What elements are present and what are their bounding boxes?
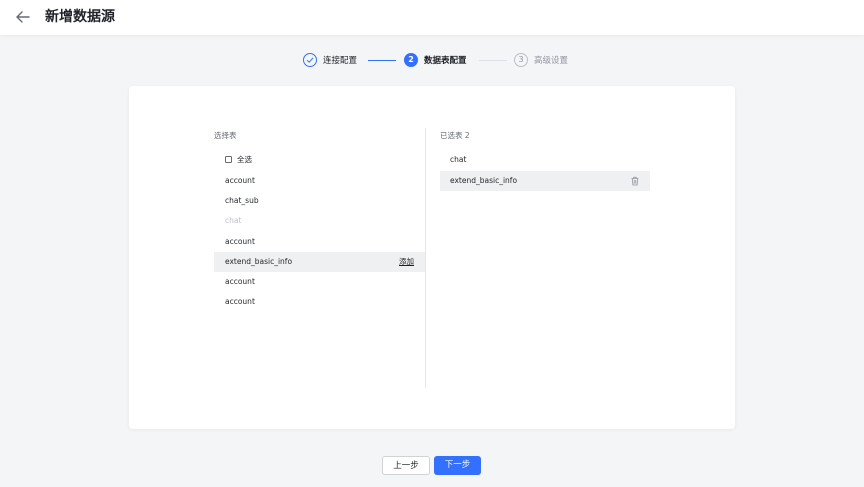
select-all-checkbox[interactable] [225,155,232,163]
step-connector [368,60,396,61]
page-title: 新增数据源 [45,9,115,25]
next-step-button[interactable]: 下一步 [434,456,481,475]
stepper: 连接配置 2 数据表配置 3 高级设置 [0,51,864,69]
select-all-label: 全选 [237,155,252,164]
selected-table-name: extend_basic_info [450,176,518,185]
add-table-link[interactable]: 添加 [399,252,414,272]
table-config-card: 选择表 已选表 2 全选 account chat_sub chat accou… [129,86,735,429]
step-label: 数据表配置 [424,56,467,66]
table-name: extend_basic_info [225,257,293,266]
table-row[interactable]: extend_basic_info 添加 [214,252,425,272]
table-row[interactable]: account [214,171,425,191]
previous-step-button[interactable]: 上一步 [382,456,430,475]
step-number: 2 [404,53,418,67]
top-header: 新增数据源 [0,0,864,35]
step-label: 连接配置 [323,56,358,66]
table-row[interactable]: chat_sub [214,191,425,211]
panel-divider [425,128,426,388]
arrow-left-icon[interactable] [14,8,32,26]
step-connector [479,60,507,61]
select-all-row[interactable]: 全选 [214,150,425,170]
selected-tables-title: 已选表 2 [440,131,470,140]
trash-icon[interactable] [630,176,640,186]
table-row[interactable]: account [214,292,425,312]
step-label: 高级设置 [534,56,569,66]
step-connection-config: 连接配置 [303,51,357,69]
step-number: 3 [514,53,528,67]
check-icon [303,53,317,67]
table-row[interactable]: account [214,232,425,252]
available-tables-title: 选择表 [214,131,237,140]
step-table-config: 2 数据表配置 [404,51,467,69]
step-advanced-settings: 3 高级设置 [514,51,568,69]
selected-table-row[interactable]: extend_basic_info [440,171,650,191]
selected-table-row[interactable]: chat [440,150,650,170]
table-row: chat [225,216,242,225]
table-row[interactable]: account [214,272,425,292]
